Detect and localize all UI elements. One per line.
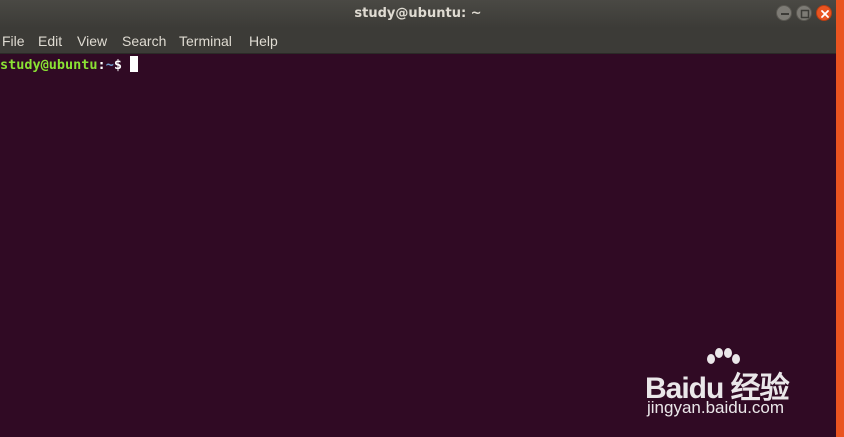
menu-bar: File Edit View Search Terminal Help — [0, 28, 836, 54]
close-button[interactable] — [816, 5, 832, 21]
watermark-url: jingyan.baidu.com — [647, 398, 785, 417]
baidu-jingyan-watermark: Baidu 经验 jingyan.baidu.com — [645, 345, 805, 420]
menu-edit[interactable]: Edit — [38, 33, 62, 49]
close-icon — [821, 10, 829, 18]
window-title: study@ubuntu: ~ — [354, 6, 482, 21]
prompt-line: study@ubuntu:~$ — [0, 56, 138, 74]
desktop-edge — [836, 0, 844, 437]
prompt-symbol: $ — [113, 57, 122, 73]
menu-file[interactable]: File — [2, 33, 25, 49]
menu-terminal[interactable]: Terminal — [179, 33, 232, 49]
prompt-user-host: study@ubuntu — [0, 57, 98, 73]
prompt-path: ~ — [105, 57, 114, 73]
maximize-icon — [800, 9, 810, 19]
text-cursor — [129, 56, 138, 72]
title-bar[interactable]: study@ubuntu: ~ — [0, 0, 836, 28]
minimize-button[interactable] — [776, 5, 792, 21]
menu-view[interactable]: View — [77, 33, 107, 49]
terminal-window: study@ubuntu: ~ File Edit View Search Te… — [0, 0, 836, 437]
menu-help[interactable]: Help — [249, 33, 278, 49]
prompt-separator: : — [97, 57, 106, 73]
menu-search[interactable]: Search — [122, 33, 166, 49]
minimize-icon — [781, 13, 789, 15]
maximize-button[interactable] — [796, 5, 812, 21]
